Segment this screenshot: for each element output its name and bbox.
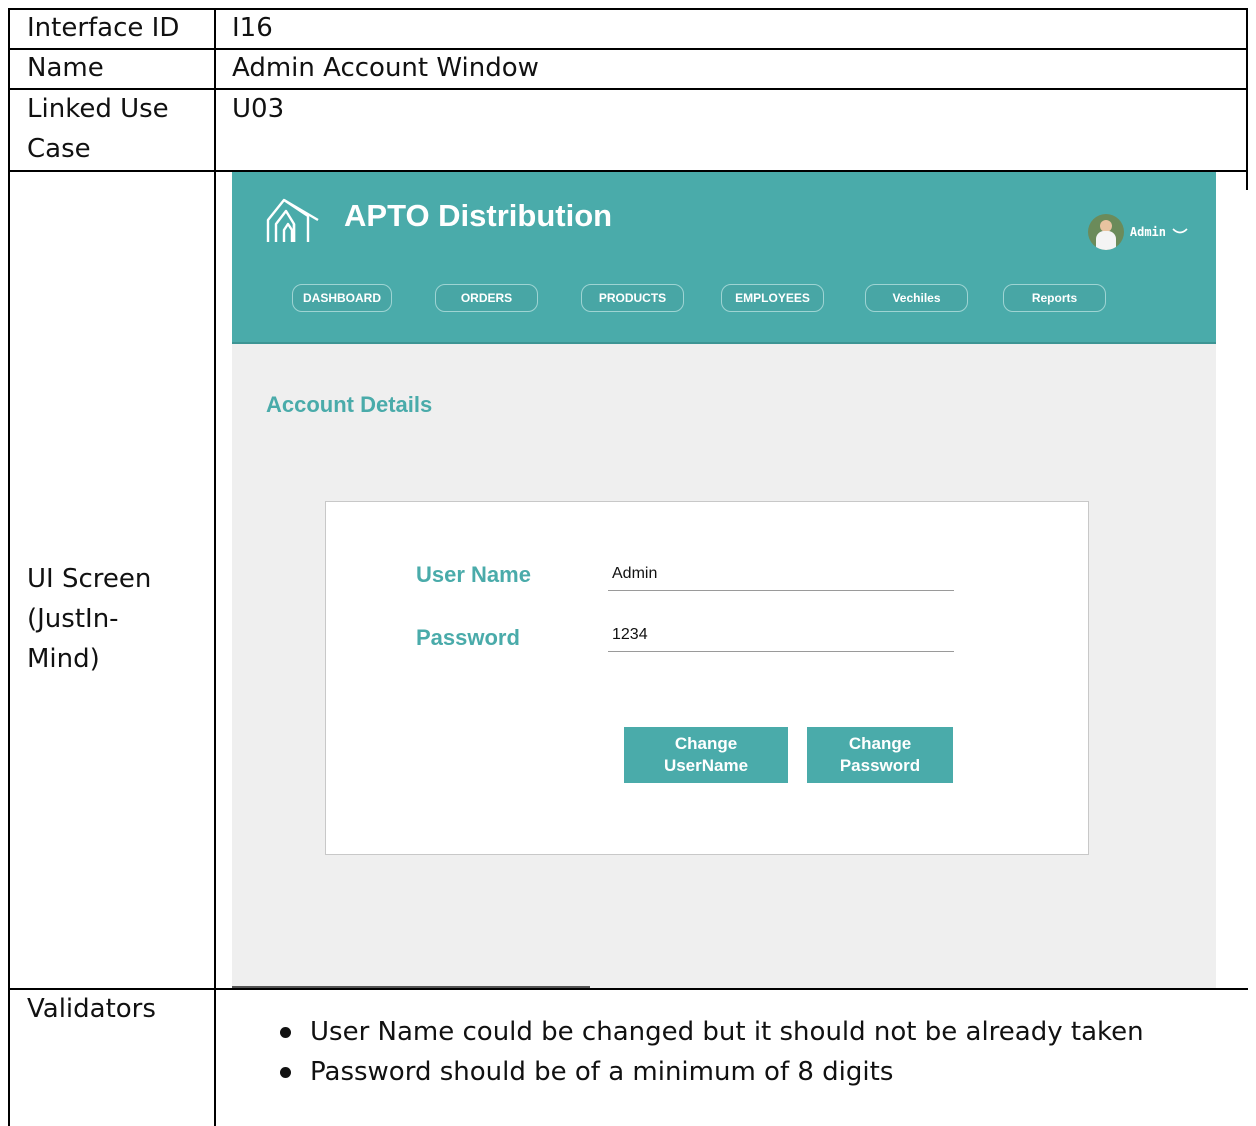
- nav-vehicles[interactable]: Vechiles: [865, 284, 968, 312]
- username-input[interactable]: [608, 557, 954, 591]
- user-menu[interactable]: Admin: [1087, 212, 1188, 252]
- account-details-card: User Name Password Change UserName Chang…: [325, 501, 1089, 855]
- label-validators: Validators: [27, 994, 156, 1024]
- mockup-bottom-bar: [232, 986, 590, 988]
- label-ui-screen-line3: Mind): [27, 644, 100, 674]
- chevron-down-icon: [1172, 228, 1188, 234]
- table-column-divider: [214, 8, 216, 1126]
- validator-item: User Name could be changed but it should…: [276, 1012, 1144, 1052]
- table-border-top: [8, 8, 1248, 10]
- brand-title: APTO Distribution: [344, 198, 613, 233]
- change-password-line1: Change: [848, 734, 912, 753]
- nav-employees[interactable]: EMPLOYEES: [721, 284, 824, 312]
- nav-products[interactable]: PRODUCTS: [581, 284, 684, 312]
- row-divider-1: [8, 48, 1248, 50]
- value-linked-use-case: U03: [232, 94, 285, 124]
- change-username-button[interactable]: Change UserName: [624, 727, 788, 783]
- label-linked-use-case-line2: Case: [27, 134, 91, 164]
- change-username-line2: UserName: [663, 756, 749, 775]
- password-input[interactable]: [608, 618, 954, 652]
- username-label: User Name: [416, 562, 531, 587]
- validator-item: Password should be of a minimum of 8 dig…: [276, 1052, 1144, 1092]
- ui-mockup-screen: APTO Distribution Admin DASHBOARD ORDERS…: [232, 172, 1216, 988]
- change-password-button[interactable]: Change Password: [807, 727, 953, 783]
- change-password-line2: Password: [839, 756, 921, 775]
- app-header: APTO Distribution Admin DASHBOARD ORDERS…: [232, 172, 1216, 344]
- label-interface-id: Interface ID: [27, 13, 180, 43]
- user-name: Admin: [1129, 225, 1166, 239]
- change-username-line1: Change: [674, 734, 738, 753]
- value-interface-id: I16: [232, 13, 273, 43]
- table-border-right: [1246, 8, 1248, 190]
- row-divider-4: [8, 988, 1248, 990]
- password-label: Password: [416, 625, 520, 650]
- row-divider-2: [8, 88, 1248, 90]
- label-name: Name: [27, 53, 104, 83]
- value-name: Admin Account Window: [232, 53, 539, 83]
- table-border-left: [8, 8, 10, 1126]
- main-nav: DASHBOARD ORDERS PRODUCTS EMPLOYEES Vech…: [232, 284, 1216, 312]
- section-title: Account Details: [266, 392, 433, 417]
- label-ui-screen-line2: (JustIn-: [27, 604, 119, 634]
- nav-orders[interactable]: ORDERS: [435, 284, 538, 312]
- user-avatar-icon: [1087, 214, 1124, 250]
- validators-list: User Name could be changed but it should…: [276, 1012, 1144, 1092]
- nav-dashboard[interactable]: DASHBOARD: [292, 284, 392, 312]
- nav-reports[interactable]: Reports: [1003, 284, 1106, 312]
- label-linked-use-case-line1: Linked Use: [27, 94, 169, 124]
- label-ui-screen-line1: UI Screen: [27, 564, 152, 594]
- house-arches-logo-icon: [266, 198, 319, 242]
